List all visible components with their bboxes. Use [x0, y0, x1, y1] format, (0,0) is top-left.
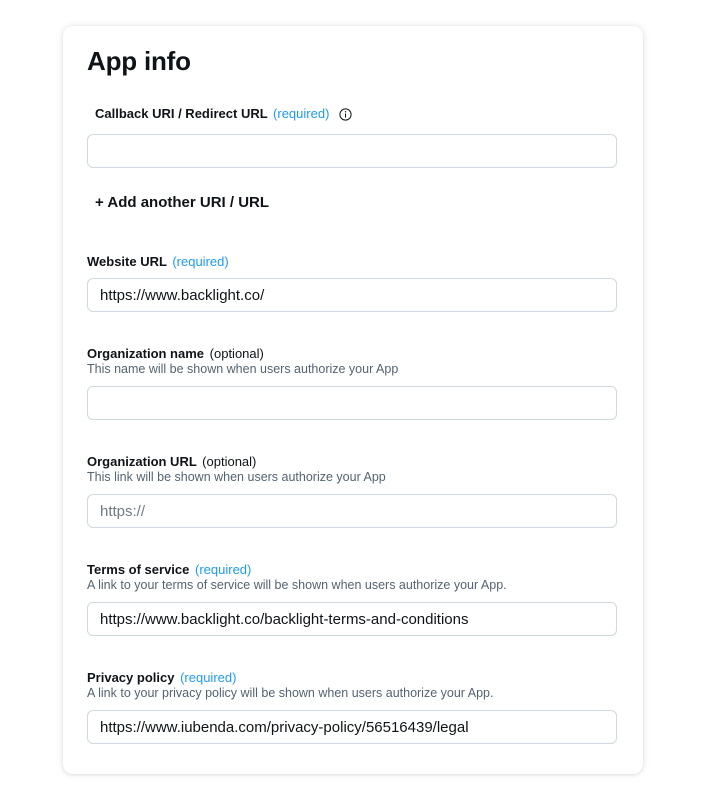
callback-uri-input[interactable] [87, 134, 617, 168]
website-url-input[interactable] [87, 278, 617, 312]
terms-of-service-label-text: Terms of service [87, 562, 190, 577]
app-info-card: App info Callback URI / Redirect URL (re… [63, 26, 643, 774]
organization-url-label-text: Organization URL [87, 454, 197, 469]
organization-name-label-text: Organization name [87, 346, 205, 361]
organization-url-help: This link will be shown when users autho… [87, 470, 386, 484]
required-tag: (required) [195, 562, 252, 577]
callback-uri-label: Callback URI / Redirect URL (required) [95, 106, 352, 121]
organization-name-label: Organization name (optional) [87, 346, 264, 361]
organization-name-help: This name will be shown when users autho… [87, 362, 399, 376]
page-title: App info [87, 46, 191, 76]
terms-of-service-help: A link to your terms of service will be … [87, 578, 507, 592]
privacy-policy-label: Privacy policy (required) [87, 670, 236, 685]
info-icon[interactable] [339, 108, 352, 121]
optional-tag: (optional) [202, 454, 257, 469]
privacy-policy-label-text: Privacy policy [87, 670, 175, 685]
callback-uri-label-text: Callback URI / Redirect URL [95, 106, 268, 121]
website-url-label: Website URL (required) [87, 254, 229, 269]
required-tag: (required) [273, 106, 330, 121]
terms-of-service-label: Terms of service (required) [87, 562, 251, 577]
required-tag: (required) [172, 254, 229, 269]
add-another-uri-button[interactable]: + Add another URI / URL [95, 194, 269, 211]
organization-url-input[interactable] [87, 494, 617, 528]
optional-tag: (optional) [209, 346, 264, 361]
privacy-policy-input[interactable] [87, 710, 617, 744]
terms-of-service-input[interactable] [87, 602, 617, 636]
website-url-label-text: Website URL [87, 254, 167, 269]
organization-name-input[interactable] [87, 386, 617, 420]
organization-url-label: Organization URL (optional) [87, 454, 256, 469]
privacy-policy-help: A link to your privacy policy will be sh… [87, 686, 494, 700]
required-tag: (required) [180, 670, 237, 685]
